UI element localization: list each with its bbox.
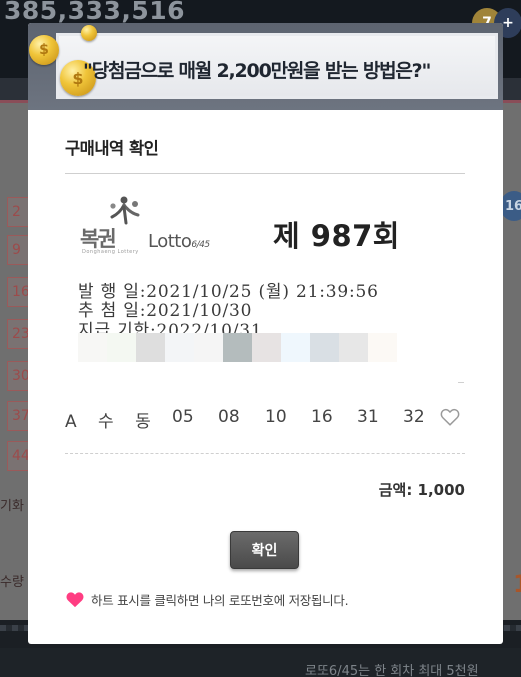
dashed-divider xyxy=(65,453,465,454)
barcode-block xyxy=(136,333,165,362)
barcode-block xyxy=(78,333,107,362)
purchase-confirm-dialog: $ $ "당첨금으로 매월 2,200만원을 받는 방법은?" 구매내역 확인 … xyxy=(28,23,503,644)
ticket-barcode xyxy=(78,333,428,362)
game-number: 05 xyxy=(172,407,194,427)
game-number: 31 xyxy=(357,407,379,427)
save-hint-text: 하트 표시를 클릭하면 나의 로또번호에 저장됩니다. xyxy=(91,592,349,608)
game-number: 08 xyxy=(218,407,240,427)
heart-outline-icon[interactable] xyxy=(439,406,461,428)
game-number: 10 xyxy=(265,407,287,427)
barcode-block xyxy=(252,333,281,362)
divider xyxy=(65,173,465,174)
dialog-title: 구매내역 확인 xyxy=(65,139,159,158)
barcode-block xyxy=(310,333,339,362)
logo-lotto-suffix: 6/45 xyxy=(191,240,210,250)
divider xyxy=(458,382,464,383)
save-hint: 하트 표시를 클릭하면 나의 로또번호에 저장됩니다. xyxy=(65,589,349,609)
background-footer-text: 로또6/45는 한 회차 최대 5천원 xyxy=(305,664,479,677)
background-label: 수량 xyxy=(0,575,24,590)
barcode-block xyxy=(107,333,136,362)
game-number: 16 xyxy=(311,407,333,427)
game-number: 32 xyxy=(403,407,425,427)
logo-subtext: Donghaeng Lottery xyxy=(82,249,139,255)
promo-banner[interactable]: $ $ "당첨금으로 매월 2,200만원을 받는 방법은?" xyxy=(28,23,503,110)
purchase-amount: 금액: 1,000 xyxy=(378,481,465,499)
background-orange-number: 1 xyxy=(513,570,521,598)
barcode-block xyxy=(165,333,194,362)
barcode-block xyxy=(194,333,223,362)
barcode-block xyxy=(339,333,368,362)
background-label: 기화 xyxy=(0,499,24,514)
round-number: 제 987회 xyxy=(273,219,400,253)
barcode-block xyxy=(368,333,397,362)
background-number-ball: 16 xyxy=(500,191,521,221)
gold-coin-icon: $ xyxy=(29,35,59,65)
promo-banner-text: "당첨금으로 매월 2,200만원을 받는 방법은?" xyxy=(83,60,431,82)
gold-coin-icon xyxy=(81,25,97,41)
logo-lotto-text: Lotto xyxy=(148,231,192,252)
logo-lotto: Lotto6/45 xyxy=(148,231,210,252)
heart-filled-icon xyxy=(66,592,84,608)
game-label: A 수 동 xyxy=(65,412,159,432)
confirm-button[interactable]: 확인 xyxy=(230,531,299,569)
barcode-block xyxy=(281,333,310,362)
lotto-logo: 복권 Donghaeng Lottery Lotto6/45 xyxy=(80,195,240,255)
background-jackpot-amount: 385,333,516 xyxy=(4,0,186,25)
game-row-a: A 수 동 05 08 10 16 31 32 xyxy=(65,406,465,432)
barcode-block xyxy=(223,333,252,362)
